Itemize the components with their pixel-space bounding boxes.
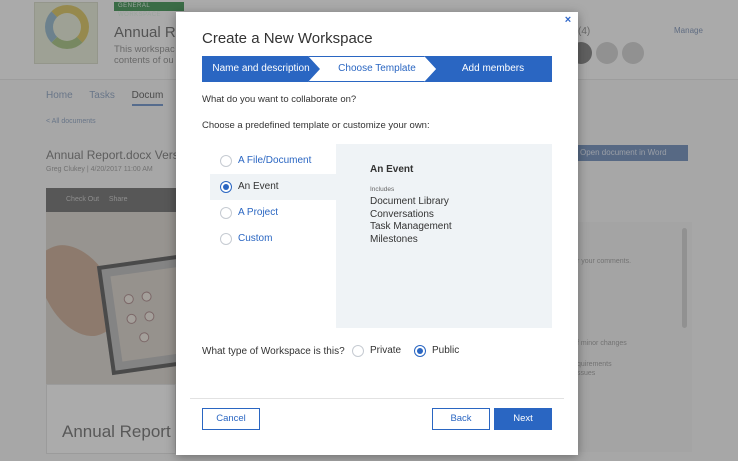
radio-icon [220, 233, 232, 245]
workspace-type-question: What type of Workspace is this? [202, 346, 345, 357]
cancel-button[interactable]: Cancel [202, 408, 260, 430]
template-option-file-document[interactable]: A File/Document [210, 148, 336, 174]
template-option-label: A Project [238, 207, 279, 218]
preview-title: An Event [370, 164, 414, 175]
preview-item: Document Library [370, 196, 449, 207]
template-options: A File/Document An Event A Project Custo… [210, 148, 336, 252]
step-choose-template[interactable]: Choose Template [308, 56, 436, 82]
step-add-members[interactable]: Add members [424, 56, 552, 82]
radio-icon [352, 345, 364, 357]
visibility-label: Private [370, 345, 402, 356]
close-icon[interactable]: × [562, 14, 574, 28]
template-option-event[interactable]: An Event [210, 174, 336, 200]
visibility-label: Public [432, 345, 460, 356]
radio-icon [220, 155, 232, 167]
dialog-title: Create a New Workspace [202, 30, 373, 47]
radio-selected-icon [220, 181, 232, 193]
template-preview: An Event Includes Document Library Conve… [336, 144, 552, 328]
back-button[interactable]: Back [432, 408, 490, 430]
preview-items: Document Library Conversations Task Mana… [370, 196, 452, 246]
step-name-and-description[interactable]: Name and description [202, 56, 320, 82]
radio-icon [220, 207, 232, 219]
visibility-option-public[interactable]: Public [414, 344, 459, 358]
template-option-label: A File/Document [238, 155, 312, 166]
wizard-stepper: Name and description Choose Template Add… [202, 56, 552, 82]
template-option-custom[interactable]: Custom [210, 226, 336, 252]
template-option-label: An Event [238, 181, 279, 192]
visibility-option-private[interactable]: Private [352, 344, 401, 358]
footer-divider [190, 398, 564, 399]
radio-selected-icon [414, 345, 426, 357]
preview-item: Task Management [370, 221, 452, 232]
next-button[interactable]: Next [494, 408, 552, 430]
template-instruction: Choose a predefined template or customiz… [202, 120, 430, 131]
preview-includes-label: Includes [370, 186, 395, 193]
template-option-label: Custom [238, 233, 273, 244]
preview-item: Conversations [370, 208, 434, 220]
collaborate-question: What do you want to collaborate on? [202, 94, 357, 105]
template-option-project[interactable]: A Project [210, 200, 336, 226]
preview-item: Milestones [370, 233, 418, 245]
create-workspace-dialog: × Create a New Workspace Name and descri… [176, 12, 578, 455]
